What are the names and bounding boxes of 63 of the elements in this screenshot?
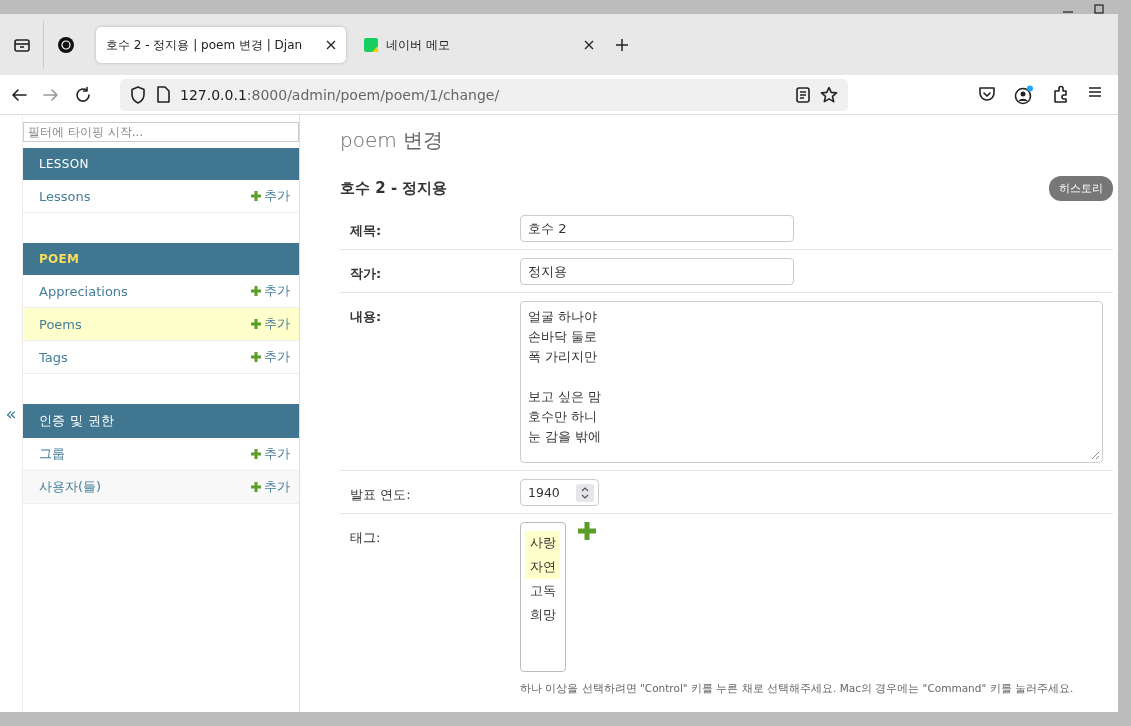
text-area[interactable]: 얼굴 하나야 손바닥 둘로 폭 가리지만 보고 싶은 맘 호수만 하니 눈 감을 밖에 <box>520 301 1103 463</box>
plus-icon <box>251 191 261 201</box>
plus-icon <box>251 286 261 296</box>
model-link[interactable]: Poems <box>39 316 251 332</box>
list-option[interactable]: 희망 <box>526 603 560 627</box>
field-label: 태그: <box>350 529 382 547</box>
module-header[interactable]: LESSON <box>23 148 299 180</box>
number-field[interactable]: 1940 <box>520 479 599 506</box>
module-header[interactable]: POEM <box>23 243 299 275</box>
history-button[interactable]: 히스토리 <box>1049 176 1113 201</box>
add-link[interactable]: 추가 <box>251 478 290 496</box>
model-link[interactable]: 사용자(들) <box>39 478 251 496</box>
add-link[interactable]: 추가 <box>251 187 290 205</box>
page-icon <box>156 86 170 103</box>
field-label: 발표 연도: <box>350 486 412 504</box>
field-label: 작가: <box>350 265 383 283</box>
object-title: 호수 2 - 정지용 <box>340 179 448 198</box>
note-icon <box>364 38 378 52</box>
add-link[interactable]: 추가 <box>251 445 290 463</box>
field-label: 내용: <box>350 308 383 326</box>
star-icon[interactable] <box>820 85 838 104</box>
plus-icon <box>251 482 261 492</box>
shield-icon <box>130 85 146 104</box>
multi-select-list[interactable]: 사랑 자연 고독 희망 <box>520 522 566 672</box>
model-link[interactable]: Tags <box>39 349 251 365</box>
puzzle-icon[interactable] <box>1052 84 1070 103</box>
address-bar[interactable]: 127.0.0.1:8000/admin/poem/poem/1/change/ <box>120 78 848 111</box>
text-field[interactable]: 정지용 <box>520 258 794 285</box>
list-option[interactable]: 고독 <box>526 579 560 603</box>
archive-icon[interactable] <box>12 36 31 54</box>
new-tab-icon[interactable] <box>615 38 629 52</box>
model-link[interactable]: Appreciations <box>39 283 251 299</box>
model-link[interactable]: 그룹 <box>39 445 251 463</box>
reload-icon[interactable] <box>74 85 92 104</box>
account-icon[interactable] <box>1014 84 1034 105</box>
close-icon[interactable] <box>326 40 336 50</box>
reader-view-icon[interactable] <box>796 86 810 103</box>
text-field[interactable]: 호수 2 <box>520 215 794 242</box>
plus-icon <box>251 352 261 362</box>
page-title: poem 변경 <box>340 127 445 154</box>
list-option[interactable]: 사랑 <box>526 531 560 555</box>
help-text: 하나 이상을 선택하려면 "Control" 키를 누른 채로 선택해주세요. Mac의 경우에는 "Command" 키를 눌러주세요. <box>520 682 1074 696</box>
add-icon[interactable] <box>578 522 596 540</box>
plus-icon <box>251 449 261 459</box>
module-header[interactable]: 인증 및 권한 <box>23 404 299 438</box>
add-link[interactable]: 추가 <box>251 348 290 366</box>
add-link[interactable]: 추가 <box>251 315 290 333</box>
browser-tab[interactable]: 호수 2 - 정지용 | poem 변경 | Djan <box>96 27 346 63</box>
add-link[interactable]: 추가 <box>251 282 290 300</box>
pocket-icon[interactable] <box>978 84 996 103</box>
list-option[interactable]: 자연 <box>526 555 560 579</box>
resize-grip-icon[interactable] <box>1091 451 1100 460</box>
filter-field[interactable]: 필터에 타이핑 시작... <box>23 122 299 142</box>
url-text: 127.0.0.1:8000/admin/poem/poem/1/change/ <box>180 86 501 103</box>
field-label: 제목: <box>350 222 383 240</box>
menu-icon[interactable] <box>1088 84 1102 99</box>
browser-tab[interactable]: 네이버 메모 <box>354 27 604 63</box>
spinner-icon[interactable] <box>576 483 594 502</box>
maximize-icon[interactable] <box>1094 4 1104 14</box>
model-link[interactable]: Lessons <box>39 188 251 204</box>
close-icon[interactable] <box>584 40 594 50</box>
flower-logo-icon[interactable] <box>57 36 75 54</box>
plus-icon <box>251 319 261 329</box>
